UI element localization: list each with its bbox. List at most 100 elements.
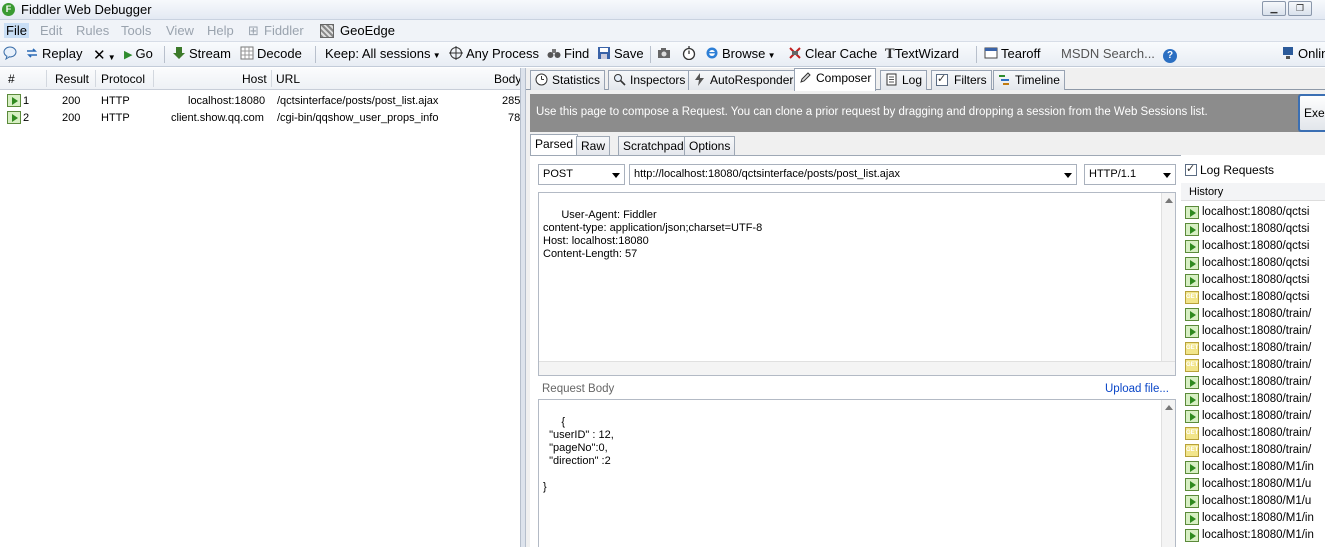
- get-request-icon: [1185, 444, 1199, 457]
- upload-file-link[interactable]: Upload file...: [1105, 383, 1169, 395]
- session-row[interactable]: 2 200 HTTP client.show.qq.com /cgi-bin/q…: [0, 110, 520, 127]
- request-arrow-icon: [7, 94, 21, 107]
- screenshot-button[interactable]: [657, 46, 674, 61]
- subtab-parsed[interactable]: Parsed: [530, 134, 579, 155]
- menu-file[interactable]: File: [4, 23, 29, 38]
- request-arrow-icon: [1185, 206, 1199, 219]
- menu-rules[interactable]: Rules: [76, 23, 109, 38]
- menu-geoedge[interactable]: GeoEdge: [340, 23, 395, 38]
- menu-help[interactable]: Help: [207, 23, 234, 38]
- history-item[interactable]: localhost:18080/M1/in: [1181, 459, 1325, 476]
- decode-button[interactable]: Decode: [240, 46, 302, 61]
- body-scrollbar[interactable]: [1161, 400, 1175, 547]
- history-item-label: localhost:18080/qctsi: [1202, 223, 1310, 235]
- history-panel: Log Requests History localhost:18080/qct…: [1181, 155, 1325, 547]
- timer-button[interactable]: [682, 46, 699, 61]
- online-indicator[interactable]: Online: [1281, 46, 1325, 61]
- browse-button[interactable]: Browse ▼: [705, 46, 776, 61]
- tab-autoresponder[interactable]: AutoResponder: [688, 70, 799, 90]
- col-body[interactable]: Body: [494, 72, 521, 86]
- go-button[interactable]: ▶ Go: [124, 46, 153, 61]
- history-item[interactable]: localhost:18080/train/: [1181, 425, 1325, 442]
- checked-icon: [1185, 162, 1197, 176]
- find-button[interactable]: Find: [547, 46, 589, 61]
- replay-button[interactable]: Replay: [25, 46, 82, 61]
- history-item[interactable]: localhost:18080/train/: [1181, 357, 1325, 374]
- http-version-select[interactable]: HTTP/1.1: [1084, 164, 1176, 185]
- toolbar-separator: [650, 46, 651, 63]
- subtab-scratchpad[interactable]: Scratchpad: [618, 136, 689, 155]
- get-request-icon: [1185, 359, 1199, 372]
- keep-sessions-dropdown[interactable]: Keep: All sessions ▼: [325, 46, 441, 61]
- menu-view[interactable]: View: [166, 23, 194, 38]
- tearoff-button[interactable]: Tearoff: [984, 46, 1041, 61]
- comment-button[interactable]: [3, 46, 20, 61]
- history-item[interactable]: localhost:18080/qctsi: [1181, 221, 1325, 238]
- history-item[interactable]: localhost:18080/qctsi: [1181, 238, 1325, 255]
- text-wizard-button[interactable]: TTextWizard: [885, 46, 959, 62]
- tab-filters[interactable]: Filters: [931, 70, 992, 90]
- tab-autoresponder-label: AutoResponder: [710, 73, 794, 87]
- maximize-button[interactable]: ❐: [1288, 1, 1312, 16]
- request-arrow-icon: [1185, 512, 1199, 525]
- any-process-button[interactable]: Any Process: [449, 46, 539, 61]
- x-icon: ✕: [93, 47, 106, 64]
- speech-bubble-icon: [3, 46, 17, 60]
- history-item[interactable]: localhost:18080/train/: [1181, 306, 1325, 323]
- tab-timeline[interactable]: Timeline: [993, 70, 1065, 90]
- tab-inspectors-label: Inspectors: [630, 73, 686, 87]
- method-select[interactable]: POST: [538, 164, 625, 185]
- url-input[interactable]: http://localhost:18080/qctsinterface/pos…: [629, 164, 1077, 185]
- history-item-label: localhost:18080/M1/u: [1202, 478, 1312, 490]
- tab-composer[interactable]: Composer: [794, 68, 877, 91]
- history-item[interactable]: localhost:18080/M1/u: [1181, 476, 1325, 493]
- headers-scrollbar[interactable]: [1161, 193, 1175, 375]
- request-headers-textarea[interactable]: User-Agent: Fiddler content-type: applic…: [538, 192, 1176, 376]
- col-number[interactable]: #: [8, 72, 15, 86]
- minimize-button[interactable]: ▁: [1262, 1, 1286, 16]
- history-item[interactable]: localhost:18080/qctsi: [1181, 255, 1325, 272]
- request-body-textarea[interactable]: { "userID" : 12, "pageNo":0, "direction"…: [538, 399, 1176, 547]
- clear-cache-button[interactable]: Clear Cache: [788, 46, 877, 61]
- menu-edit[interactable]: Edit: [40, 23, 62, 38]
- headers-hscrollbar[interactable]: [539, 361, 1175, 375]
- save-button[interactable]: Save: [597, 46, 644, 61]
- col-divider: [95, 70, 96, 87]
- menu-fiddler[interactable]: Fiddler: [264, 23, 304, 38]
- composer-parsed-panel: POST http://localhost:18080/qctsinterfac…: [530, 155, 1181, 547]
- col-result[interactable]: Result: [55, 72, 89, 86]
- request-arrow-icon: [1185, 240, 1199, 253]
- history-item[interactable]: localhost:18080/M1/in: [1181, 527, 1325, 544]
- history-item[interactable]: localhost:18080/M1/u: [1181, 493, 1325, 510]
- col-protocol[interactable]: Protocol: [101, 72, 145, 86]
- log-requests-checkbox[interactable]: Log Requests: [1185, 162, 1274, 177]
- history-item[interactable]: localhost:18080/M1/in: [1181, 510, 1325, 527]
- help-button[interactable]: ?: [1163, 46, 1177, 63]
- tab-inspectors[interactable]: Inspectors: [608, 70, 691, 90]
- history-item[interactable]: localhost:18080/train/: [1181, 323, 1325, 340]
- tab-statistics[interactable]: Statistics: [530, 70, 606, 90]
- stream-button[interactable]: Stream: [172, 46, 231, 61]
- session-number: 2: [23, 112, 30, 124]
- msdn-search-input[interactable]: MSDN Search...: [1061, 46, 1155, 61]
- history-item[interactable]: localhost:18080/qctsi: [1181, 272, 1325, 289]
- toolbar: Replay ✕ ▼ ▶ Go Stream Decode Keep: All …: [0, 42, 1325, 67]
- history-item[interactable]: localhost:18080/train/: [1181, 442, 1325, 459]
- execute-button[interactable]: Exe: [1298, 94, 1325, 132]
- session-host: localhost:18080: [188, 95, 266, 107]
- subtab-raw[interactable]: Raw: [576, 136, 611, 155]
- remove-button[interactable]: ✕ ▼: [93, 46, 116, 64]
- col-url[interactable]: URL: [276, 72, 300, 86]
- col-host[interactable]: Host: [242, 72, 267, 86]
- history-item[interactable]: localhost:18080/train/: [1181, 408, 1325, 425]
- session-row[interactable]: 1 200 HTTP localhost:18080 /qctsinterfac…: [0, 93, 520, 110]
- history-item[interactable]: localhost:18080/train/: [1181, 391, 1325, 408]
- history-item[interactable]: localhost:18080/qctsi: [1181, 204, 1325, 221]
- history-item[interactable]: localhost:18080/qctsi: [1181, 289, 1325, 306]
- tab-log[interactable]: Log: [880, 70, 928, 90]
- history-item[interactable]: localhost:18080/train/: [1181, 374, 1325, 391]
- toolbar-separator: [976, 46, 977, 63]
- history-item[interactable]: localhost:18080/train/: [1181, 340, 1325, 357]
- subtab-options[interactable]: Options: [684, 136, 736, 155]
- menu-tools[interactable]: Tools: [121, 23, 151, 38]
